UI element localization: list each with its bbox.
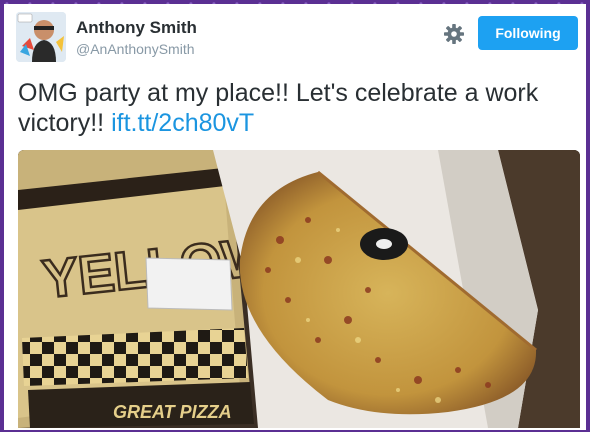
page-background: Anthony Smith @AnAnthonySmith Following … [0,0,590,432]
tweet-photo[interactable]: GREAT PIZZA YELLOW [18,150,580,428]
author-handle[interactable]: @AnAnthonySmith [76,41,195,57]
tweet-card: Anthony Smith @AnAnthonySmith Following … [4,4,586,430]
avatar[interactable] [16,12,66,62]
author-name[interactable]: Anthony Smith [76,18,197,38]
gear-icon[interactable] [442,22,466,46]
following-button[interactable]: Following [478,16,578,50]
box-slogan: GREAT PIZZA [113,402,232,422]
avatar-image [16,12,66,62]
tweet-text: OMG party at my place!! Let's celebrate … [18,78,578,138]
tweet-body: OMG party at my place!! Let's celebrate … [18,79,539,137]
tweet-link[interactable]: ift.tt/2ch80vT [111,109,254,137]
pizza-photo: GREAT PIZZA YELLOW [18,150,580,428]
